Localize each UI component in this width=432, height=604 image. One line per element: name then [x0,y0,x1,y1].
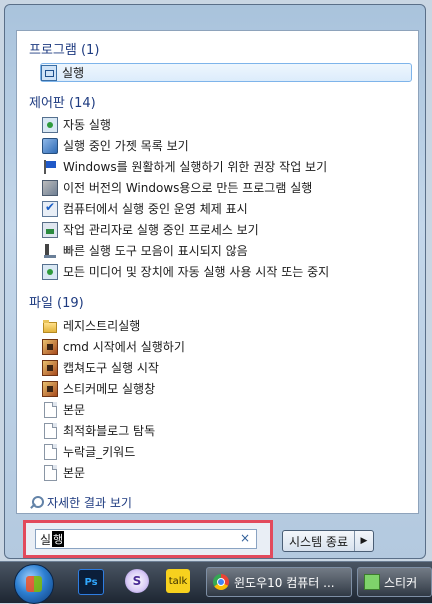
result-label: 작업 관리자로 실행 중인 프로세스 보기 [63,223,259,237]
result-label: 자동 실행 [63,118,111,132]
search-typed-text: 실 [40,532,52,547]
result-item-file-7[interactable]: 본문 [42,463,412,482]
shutdown-button[interactable]: 시스템 종료 [283,531,356,551]
result-item-file-1[interactable]: cmd 시작에서 실행하기 [42,337,412,356]
result-label: 스티커메모 실행창 [63,382,156,396]
result-label: 본문 [63,466,86,480]
result-label: 실행 중인 가젯 목록 보기 [63,139,189,153]
see-more-results-link[interactable]: 자세한 결과 보기 [29,494,132,511]
result-item-run[interactable]: 실행 [40,63,412,82]
image-file-icon [42,338,58,355]
sticky-notes-icon [364,574,380,590]
search-input[interactable]: 실행 × [35,529,257,549]
result-item-cp-3[interactable]: 이전 버전의 Windows용으로 만든 프로그램 실행 [42,178,412,197]
search-composing-char: 행 [52,531,65,547]
result-label: 모든 미디어 및 장치에 자동 실행 사용 시작 또는 중지 [63,265,330,279]
section-control-panel-title: 제어판 (14) [29,92,96,111]
chrome-icon [213,574,229,590]
shutdown-options-arrow-icon[interactable]: ▶ [355,531,373,551]
result-label: 최적화블로그 탐독 [63,424,156,438]
result-item-file-3[interactable]: 스티커메모 실행창 [42,379,412,398]
result-item-file-5[interactable]: 최적화블로그 탐독 [42,421,412,440]
result-item-file-4[interactable]: 본문 [42,400,412,419]
gadgets-icon [42,137,58,154]
result-item-file-2[interactable]: 캡쳐도구 실행 시작 [42,358,412,377]
result-label: 실행 [62,66,85,80]
image-file-icon [42,359,58,376]
search-icon [29,495,44,510]
section-programs-title: 프로그램 (1) [29,39,99,58]
result-item-cp-5[interactable]: 작업 관리자로 실행 중인 프로세스 보기 [42,220,412,239]
result-item-cp-2[interactable]: Windows를 원활하게 실행하기 위한 권장 작업 보기 [42,157,412,176]
result-label: 누락글_키워드 [63,445,136,459]
document-icon [44,443,57,460]
s-app-taskbar-icon[interactable]: S [125,569,149,593]
search-results-panel: 프로그램 (1) 실행 제어판 (14) 자동 실행 실행 중인 가젯 목록 보… [16,30,419,514]
taskbar-task-sticky-notes[interactable]: 스티커 [357,567,432,597]
see-more-results-label: 자세한 결과 보기 [47,496,132,510]
chat-taskbar-icon[interactable]: talk [166,569,190,593]
taskbar-icon [42,243,58,259]
media-autoplay-icon [42,263,58,280]
section-title-label: 파일 (19) [29,296,84,311]
result-item-cp-6[interactable]: 빠른 실행 도구 모음이 표시되지 않음 [42,241,412,260]
taskbar-task-chrome[interactable]: 윈도우10 컴퓨터 ... [206,567,352,597]
result-item-cp-7[interactable]: 모든 미디어 및 장치에 자동 실행 사용 시작 또는 중지 [42,262,412,281]
taskbar: Ps S talk 윈도우10 컴퓨터 ... 스티커 [0,561,432,604]
system-check-icon [42,200,58,217]
section-title-label: 제어판 (14) [29,96,96,111]
run-dialog-icon [41,64,57,81]
section-title-label: 프로그램 (1) [29,43,100,58]
folder-icon [42,318,58,334]
compatibility-icon [42,179,58,196]
result-item-cp-1[interactable]: 실행 중인 가젯 목록 보기 [42,136,412,155]
result-label: 본문 [63,403,86,417]
result-item-cp-0[interactable]: 자동 실행 [42,115,412,134]
result-label: 빠른 실행 도구 모음이 표시되지 않음 [63,244,248,258]
result-label: 컴퓨터에서 실행 중인 운영 체제 표시 [63,202,248,216]
result-label: 이전 버전의 Windows용으로 만든 프로그램 실행 [63,181,313,195]
result-label: cmd 시작에서 실행하기 [63,340,185,354]
action-center-flag-icon [42,159,58,175]
search-highlight-box: 실행 × [23,520,273,558]
taskbar-task-label: 윈도우10 컴퓨터 ... [234,575,335,590]
document-icon [44,422,57,439]
chat-label: talk [168,575,188,587]
taskbar-task-label: 스티커 [384,575,418,590]
section-files-title: 파일 (19) [29,292,84,311]
result-item-cp-4[interactable]: 컴퓨터에서 실행 중인 운영 체제 표시 [42,199,412,218]
result-item-file-0[interactable]: 레지스트리실행 [42,316,412,335]
photoshop-label: Ps [84,576,98,588]
result-label: Windows를 원활하게 실행하기 위한 권장 작업 보기 [63,160,328,174]
document-icon [44,401,57,418]
document-icon [44,464,57,481]
autoplay-icon [42,116,58,133]
clear-search-icon[interactable]: × [240,531,250,545]
result-label: 레지스트리실행 [63,319,141,333]
start-menu: 프로그램 (1) 실행 제어판 (14) 자동 실행 실행 중인 가젯 목록 보… [4,4,426,559]
photoshop-taskbar-icon[interactable]: Ps [78,569,104,595]
result-item-file-6[interactable]: 누락글_키워드 [42,442,412,461]
shutdown-button-group: 시스템 종료 ▶ [282,530,375,552]
task-manager-icon [42,221,58,238]
result-label: 캡쳐도구 실행 시작 [63,361,159,375]
s-app-label: S [132,574,142,588]
start-button[interactable] [14,564,54,604]
image-file-icon [42,380,58,397]
